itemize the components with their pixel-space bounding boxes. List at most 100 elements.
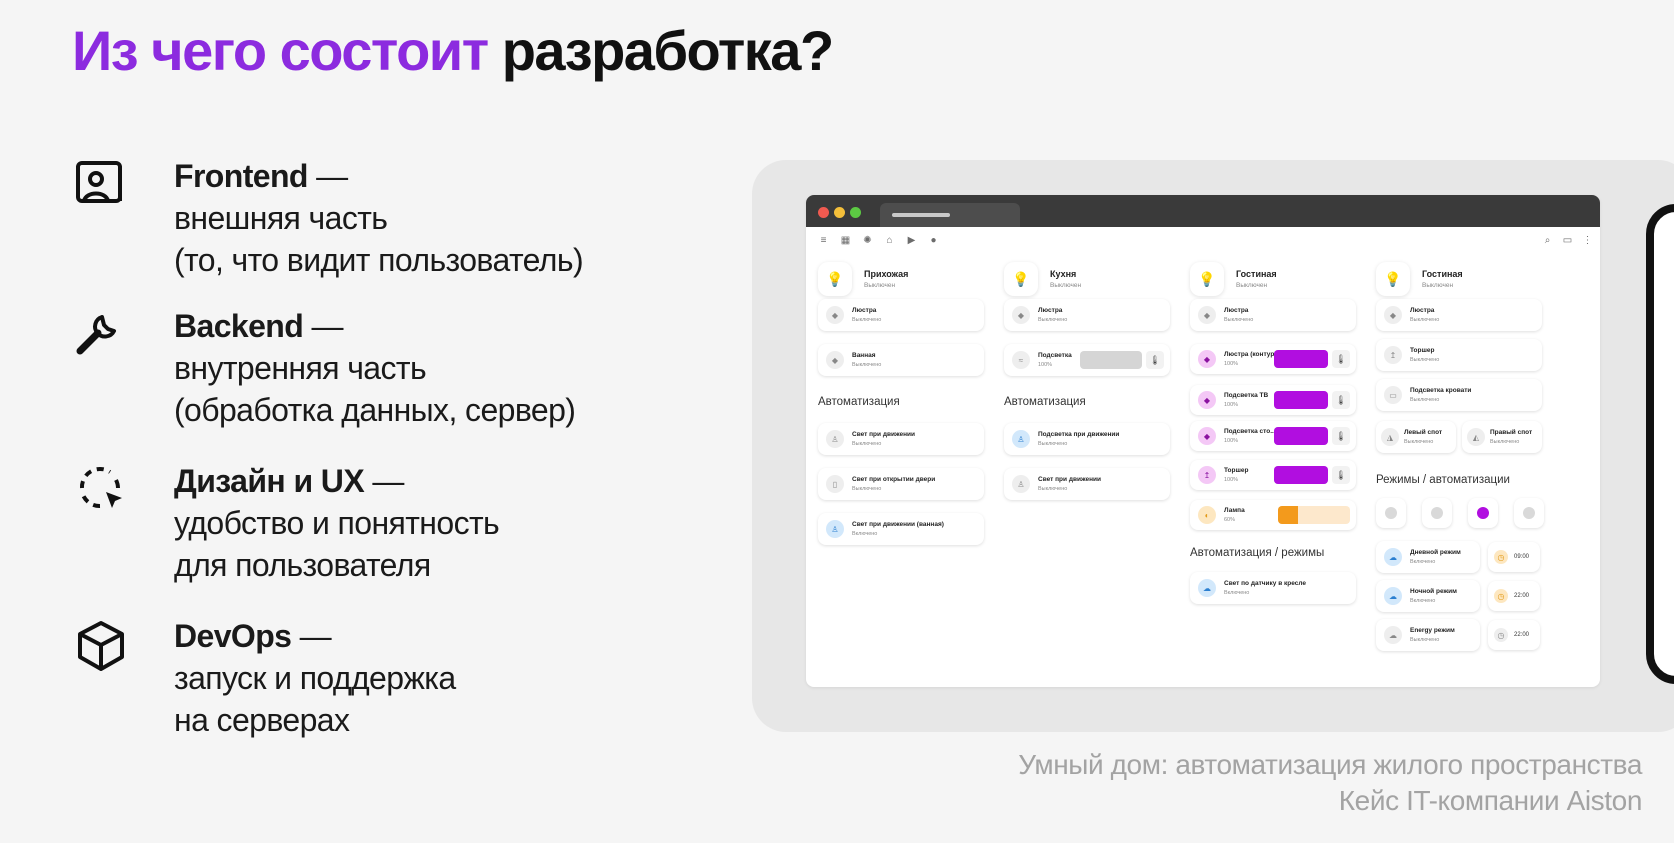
feature-name: Backend bbox=[174, 308, 304, 344]
device-card[interactable]: ◆ Подсветка ТВ 100% 🌡 bbox=[1190, 385, 1356, 415]
thermometer-icon[interactable]: 🌡 bbox=[1332, 466, 1350, 484]
slider-fill bbox=[1274, 427, 1328, 445]
brightness-slider[interactable] bbox=[1080, 351, 1142, 369]
bulb-icon: 💡 bbox=[1376, 262, 1410, 296]
device-card[interactable]: ▭ Подсветка кровати Выключено bbox=[1376, 379, 1542, 411]
thermometer-icon[interactable]: 🌡 bbox=[1332, 391, 1350, 409]
media-icon[interactable]: ▶ bbox=[906, 235, 917, 246]
device-card[interactable]: ≈ Подсветка 100% 🌡 bbox=[1004, 344, 1170, 376]
brightness-slider[interactable] bbox=[1278, 506, 1350, 524]
thermometer-icon[interactable]: 🌡 bbox=[1332, 427, 1350, 445]
mode-name: Ночной режим bbox=[1410, 588, 1457, 595]
feature-line: (то, что видит пользователь) bbox=[174, 242, 584, 278]
feature-dash: — bbox=[364, 463, 404, 499]
schedule-time[interactable]: ◷ 09:00 bbox=[1488, 542, 1540, 572]
automation-card[interactable]: ▯ Свет при открытии двери Выключено bbox=[818, 468, 984, 500]
brightness-slider[interactable] bbox=[1274, 427, 1328, 445]
mode-button[interactable] bbox=[1376, 498, 1406, 528]
bulb-icon: 💡 bbox=[818, 262, 852, 296]
strip-light-icon: ≈ bbox=[1012, 351, 1030, 369]
automation-card[interactable]: ♙ Свет при движении Выключено bbox=[818, 423, 984, 455]
schedule-time-value: 09:00 bbox=[1514, 554, 1530, 560]
brightness-slider[interactable] bbox=[1274, 350, 1328, 368]
phone-mockup bbox=[1646, 204, 1674, 684]
music-icon[interactable]: ● bbox=[928, 235, 939, 246]
maximize-window-button[interactable] bbox=[850, 207, 861, 218]
brightness-slider[interactable] bbox=[1274, 391, 1328, 409]
device-card[interactable]: ◆ Подсветка сто... 100% 🌡 bbox=[1190, 421, 1356, 451]
slider-fill bbox=[1278, 506, 1299, 524]
home-icon[interactable]: ⌂ bbox=[884, 235, 895, 246]
browser-tab[interactable] bbox=[880, 203, 1020, 227]
feature-dash: — bbox=[303, 308, 343, 344]
mode-card[interactable]: ☁ Дневной режим Включено bbox=[1376, 541, 1480, 573]
mode-button[interactable] bbox=[1468, 498, 1498, 528]
feature-name: DevOps bbox=[174, 618, 300, 654]
browser-window: ≡ ▦ ✺ ⌂ ▶ ● ⌕ ▭ ⋮ 💡 Прихожая Выключен ◆ Л… bbox=[806, 195, 1600, 687]
device-card[interactable]: ◭ Правый спот Выключено bbox=[1462, 421, 1542, 453]
schedule-time[interactable]: ◷ 22:00 bbox=[1488, 620, 1540, 650]
armchair-icon: ☁ bbox=[1198, 579, 1216, 597]
automation-status: Выключено bbox=[1038, 441, 1068, 447]
device-name: Торшер bbox=[1224, 467, 1249, 474]
automation-card[interactable]: ☁ Свет по датчику в кресле Включено bbox=[1190, 572, 1356, 604]
room-header[interactable]: 💡 Гостиная Выключен bbox=[1190, 261, 1277, 297]
close-window-button[interactable] bbox=[818, 207, 829, 218]
case-caption: Умный дом: автоматизация жилого простран… bbox=[1018, 747, 1642, 819]
mode-status: Включено bbox=[1410, 559, 1436, 565]
dashboard-icon[interactable]: ▦ bbox=[840, 235, 851, 246]
room-status: Выключен bbox=[864, 282, 896, 289]
mode-button[interactable] bbox=[1422, 498, 1452, 528]
device-card[interactable]: ↥ Торшер Выключено bbox=[1376, 339, 1542, 371]
room-header[interactable]: 💡 Прихожая Выключен bbox=[818, 261, 908, 297]
light-icon[interactable]: ✺ bbox=[862, 235, 873, 246]
device-card[interactable]: ◆ Люстра Выключено bbox=[1190, 299, 1356, 331]
menu-icon[interactable]: ≡ bbox=[818, 235, 829, 246]
device-card[interactable]: ◆ Люстра Выключено bbox=[1376, 299, 1542, 331]
mode-card[interactable]: ☁ Energy режим Выключено bbox=[1376, 619, 1480, 651]
room-header[interactable]: 💡 Кухня Выключен bbox=[1004, 261, 1081, 297]
minimize-window-button[interactable] bbox=[834, 207, 845, 218]
room-header[interactable]: 💡 Гостиная Выключен bbox=[1376, 261, 1463, 297]
bed-light-icon: ▭ bbox=[1384, 386, 1402, 404]
sun-mode-icon: ☁ bbox=[1384, 548, 1402, 566]
automation-name: Свет при движении bbox=[852, 431, 915, 438]
mode-card[interactable]: ☁ Ночной режим Включено bbox=[1376, 580, 1480, 612]
lamp-icon: ◆ bbox=[1198, 306, 1216, 324]
motion-icon: ♙ bbox=[1012, 430, 1030, 448]
feature-dash: — bbox=[299, 618, 332, 654]
spot-icon: ◭ bbox=[1467, 428, 1485, 446]
mode-button[interactable] bbox=[1514, 498, 1544, 528]
section-title: Автоматизация bbox=[818, 396, 900, 408]
schedule-time[interactable]: ◷ 22:00 bbox=[1488, 581, 1540, 611]
automation-card[interactable]: ♙ Подсветка при движении Выключено bbox=[1004, 423, 1170, 455]
device-status: Выключено bbox=[1490, 439, 1520, 445]
brightness-slider[interactable] bbox=[1274, 466, 1328, 484]
bulb-icon: 💡 bbox=[1190, 262, 1224, 296]
chat-icon[interactable]: ▭ bbox=[1562, 235, 1573, 246]
device-name: Подсветка ТВ bbox=[1224, 392, 1269, 399]
device-status: 100% bbox=[1224, 361, 1239, 367]
device-card[interactable]: ◆ Люстра Выключено bbox=[1004, 299, 1170, 331]
more-icon[interactable]: ⋮ bbox=[1582, 235, 1593, 246]
device-card[interactable]: ◆ Люстра Выключено bbox=[818, 299, 984, 331]
feature-dash: — bbox=[307, 158, 348, 194]
search-icon[interactable]: ⌕ bbox=[1542, 235, 1553, 246]
automation-card[interactable]: ♙ Свет при движении Выключено bbox=[1004, 468, 1170, 500]
device-card[interactable]: ◆ Ванная Выключено bbox=[818, 344, 984, 376]
mode-dot bbox=[1477, 507, 1489, 519]
device-card[interactable]: ◆ Люстра (контур) 100% 🌡 bbox=[1190, 344, 1356, 374]
thermometer-icon[interactable]: 🌡 bbox=[1332, 350, 1350, 368]
device-card[interactable]: ◮ Левый спот Выключено bbox=[1376, 421, 1456, 453]
device-card[interactable]: ↥ Торшер 100% 🌡 bbox=[1190, 460, 1356, 490]
motion-icon: ♙ bbox=[1012, 475, 1030, 493]
thermometer-icon[interactable]: 🌡 bbox=[1146, 351, 1164, 369]
device-name: Лампа bbox=[1224, 507, 1245, 514]
device-card[interactable]: ◐ Лампа 60% bbox=[1190, 500, 1356, 530]
feature-line: внутренняя часть bbox=[174, 350, 427, 386]
moon-mode-icon: ☁ bbox=[1384, 587, 1402, 605]
schedule-time-value: 22:00 bbox=[1514, 593, 1530, 599]
feature-devops: DevOps — запуск и поддержка на серверах bbox=[72, 615, 456, 741]
automation-card[interactable]: ♙ Свет при движении (ванная) Включено bbox=[818, 513, 984, 545]
room-name: Кухня bbox=[1050, 269, 1077, 279]
